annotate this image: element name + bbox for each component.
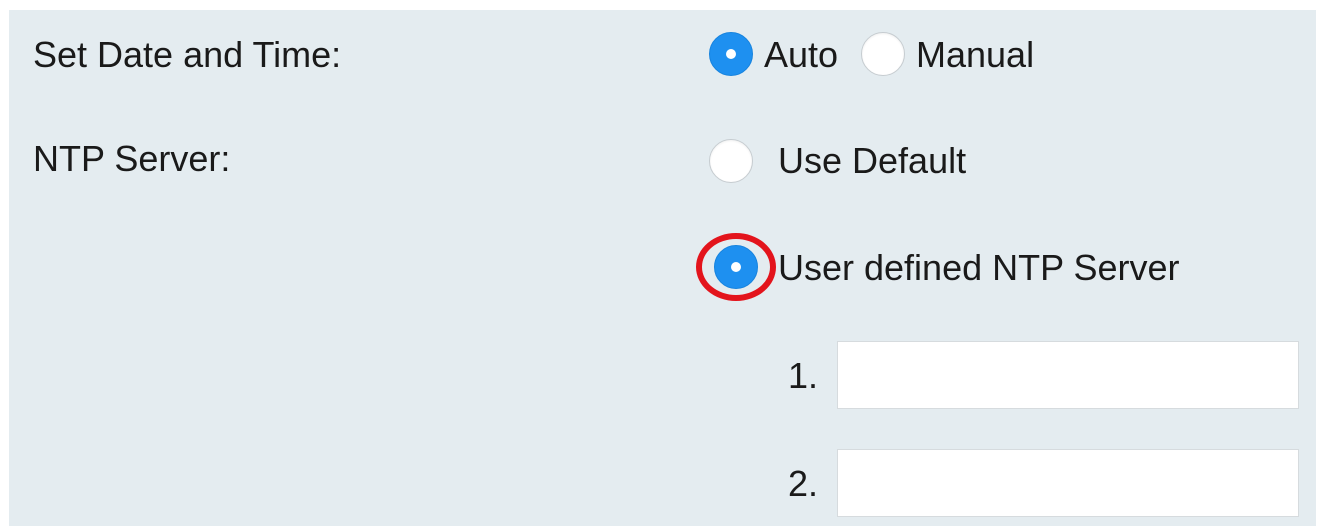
ntp-server-2-input[interactable] (837, 449, 1299, 517)
use-default-radio-label[interactable]: Use Default (778, 143, 966, 179)
manual-radio[interactable] (861, 32, 905, 76)
manual-radio-label[interactable]: Manual (916, 37, 1034, 73)
user-defined-ntp-radio-label[interactable]: User defined NTP Server (778, 250, 1180, 286)
auto-radio-label[interactable]: Auto (764, 37, 838, 73)
ntp-server-label: NTP Server: (33, 138, 231, 179)
ntp-server-1-number: 1. (788, 355, 819, 396)
ntp-server-2-number: 2. (788, 463, 819, 504)
set-date-time-label: Set Date and Time: (33, 34, 342, 75)
ntp-server-1-input[interactable] (837, 341, 1299, 409)
auto-radio[interactable] (709, 32, 753, 76)
user-defined-ntp-radio[interactable] (714, 245, 758, 289)
use-default-radio[interactable] (709, 139, 753, 183)
